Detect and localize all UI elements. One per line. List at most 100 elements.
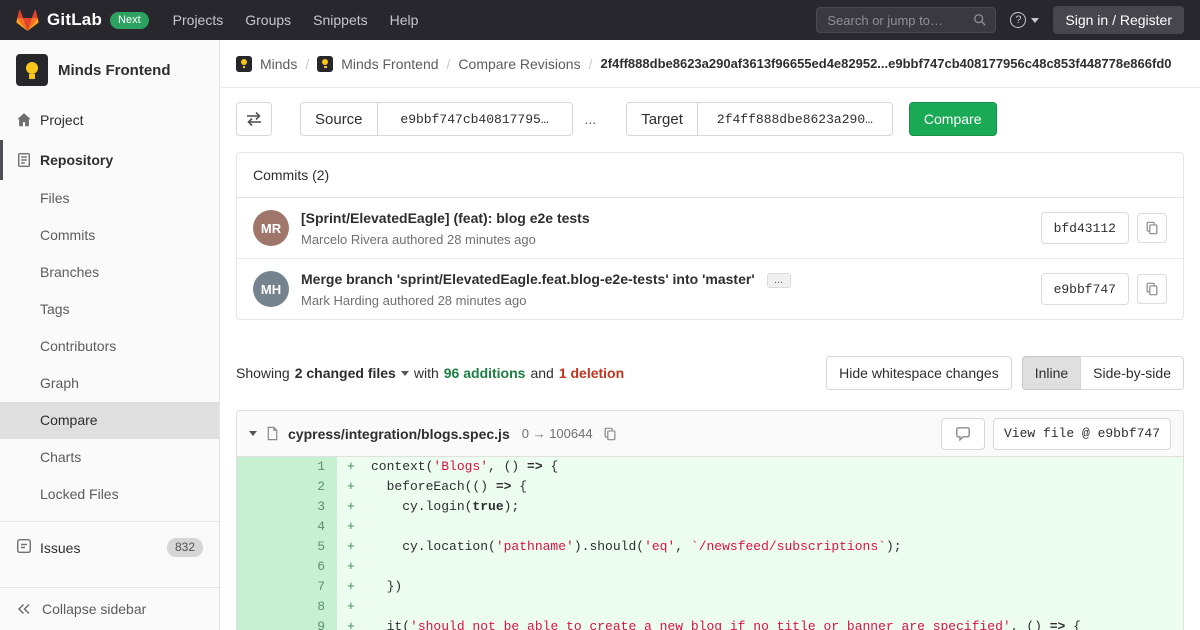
- navbar-link[interactable]: Groups: [245, 12, 291, 28]
- search-input[interactable]: [825, 11, 968, 29]
- navbar-link[interactable]: Help: [390, 12, 419, 28]
- swap-icon: [247, 111, 261, 127]
- tanuki-icon: [16, 9, 39, 31]
- breadcrumb-link-project[interactable]: Minds Frontend: [341, 56, 438, 72]
- added-line-sign: +: [347, 599, 355, 614]
- new-line-number[interactable]: 6: [287, 557, 337, 577]
- diff-summary-bar: Showing 2 changed files with 96 addition…: [236, 356, 1184, 390]
- diff-line: 4 +: [237, 517, 1183, 537]
- diff-line: 7 + }): [237, 577, 1183, 597]
- added-line-sign: +: [347, 519, 355, 534]
- comment-icon: [956, 426, 970, 441]
- target-label: Target: [626, 102, 697, 136]
- commit-sha-button[interactable]: e9bbf747: [1040, 273, 1129, 305]
- gitlab-logo[interactable]: GitLab: [16, 9, 102, 32]
- view-file-button[interactable]: View file @ e9bbf747: [992, 417, 1171, 450]
- sidebar-subitem[interactable]: Charts: [0, 439, 219, 476]
- sidebar-item-label: Repository: [40, 152, 114, 168]
- old-line-number: [237, 617, 287, 630]
- sidebar-item-project[interactable]: Project: [0, 100, 219, 140]
- code-token: it(: [371, 619, 411, 630]
- global-search[interactable]: [816, 7, 997, 33]
- chevron-down-icon: [1031, 17, 1040, 23]
- breadcrumb-separator: [589, 56, 593, 72]
- old-line-number: [237, 517, 287, 537]
- sidebar-subitem[interactable]: Commits: [0, 217, 219, 254]
- sidebar-subitem[interactable]: Compare: [0, 402, 219, 439]
- new-line-number[interactable]: 4: [287, 517, 337, 537]
- navbar-link[interactable]: Snippets: [313, 12, 367, 28]
- code-line: + it('should not be able to create a new…: [337, 617, 1183, 630]
- new-line-number[interactable]: 5: [287, 537, 337, 557]
- code-token: 'eq': [644, 539, 676, 554]
- code-line: +: [337, 517, 1183, 537]
- sidebar-subitem[interactable]: Files: [0, 180, 219, 217]
- sidebar-subitem[interactable]: Locked Files: [0, 476, 219, 513]
- added-line-sign: +: [347, 559, 355, 574]
- source-input[interactable]: [376, 102, 573, 136]
- new-line-number[interactable]: 2: [287, 477, 337, 497]
- code-token: {: [542, 459, 559, 474]
- sidebar-divider: [0, 521, 219, 522]
- code-line: + context('Blogs', () => {: [337, 457, 1183, 477]
- side-by-side-view-button[interactable]: Side-by-side: [1080, 356, 1184, 390]
- sidebar-subitem[interactable]: Graph: [0, 365, 219, 402]
- hide-whitespace-button[interactable]: Hide whitespace changes: [826, 356, 1012, 390]
- copy-commit-sha-button[interactable]: [1137, 213, 1167, 243]
- file-icon: [265, 426, 280, 441]
- new-line-number[interactable]: 7: [287, 577, 337, 597]
- collapse-diff-caret[interactable]: [249, 431, 257, 436]
- new-line-number[interactable]: 8: [287, 597, 337, 617]
- sidebar-subitem[interactable]: Branches: [0, 254, 219, 291]
- copy-commit-sha-button[interactable]: [1137, 274, 1167, 304]
- diff-file-path[interactable]: cypress/integration/blogs.spec.js: [288, 426, 510, 442]
- swap-revisions-button[interactable]: [236, 102, 272, 136]
- toggle-comments-button[interactable]: [940, 417, 985, 450]
- commit-title-link[interactable]: [Sprint/ElevatedEagle] (feat): blog e2e …: [301, 210, 590, 226]
- new-line-number[interactable]: 9: [287, 617, 337, 630]
- commit-message-expander[interactable]: ...: [766, 272, 791, 288]
- new-line-number[interactable]: 1: [287, 457, 337, 477]
- sidebar-item-issues[interactable]: Issues 832: [0, 526, 219, 569]
- home-icon: [16, 112, 32, 128]
- compare-button[interactable]: Compare: [908, 102, 997, 136]
- sidebar-item-label: Project: [40, 112, 84, 128]
- changed-files-dropdown[interactable]: 2 changed files: [295, 365, 409, 381]
- navbar-links: Projects Groups Snippets Help: [173, 12, 419, 28]
- diff-line: 3 + cy.login(true);: [237, 497, 1183, 517]
- commit-sha-button[interactable]: bfd43112: [1040, 212, 1129, 244]
- diff-file-header: cypress/integration/blogs.spec.js 0 → 10…: [237, 411, 1183, 457]
- code-token: context(: [371, 459, 434, 474]
- copy-file-path-button[interactable]: [601, 425, 619, 443]
- target-input[interactable]: [696, 102, 893, 136]
- brand-text: GitLab: [47, 10, 103, 29]
- chevron-down-icon: [400, 370, 409, 376]
- code-token: ).should(: [573, 539, 645, 554]
- project-context[interactable]: Minds Frontend: [0, 40, 219, 96]
- sidebar-subitem[interactable]: Tags: [0, 291, 219, 328]
- commit-title-link[interactable]: Merge branch 'sprint/ElevatedEagle.feat.…: [301, 271, 755, 287]
- commits-header: Commits (2): [237, 153, 1183, 198]
- help-dropdown[interactable]: [1010, 12, 1040, 28]
- sign-in-button[interactable]: Sign in / Register: [1053, 6, 1184, 34]
- copy-icon: [604, 427, 616, 440]
- breadcrumb-link-group[interactable]: Minds: [260, 56, 297, 72]
- project-avatar: [16, 54, 48, 86]
- deletions-count: 1 deletion: [558, 365, 625, 381]
- main-content: Minds Minds Frontend Compare Revisions 2…: [220, 40, 1200, 630]
- breadcrumb-link-compare[interactable]: Compare Revisions: [458, 56, 580, 72]
- navbar-link[interactable]: Projects: [173, 12, 224, 28]
- inline-view-button[interactable]: Inline: [1021, 356, 1082, 390]
- sidebar-nav: Project Repository Files Commits Branches T…: [0, 100, 219, 569]
- code-token: );: [885, 539, 902, 554]
- copy-icon: [1146, 282, 1158, 296]
- commits-panel: Commits (2) MR [Sprint/ElevatedEagle] (f…: [236, 152, 1184, 320]
- sidebar-item-repository[interactable]: Repository: [0, 140, 219, 180]
- old-line-number: [237, 477, 287, 497]
- code-token: ,: [675, 539, 691, 554]
- collapse-sidebar-button[interactable]: Collapse sidebar: [0, 587, 219, 630]
- new-line-number[interactable]: 3: [287, 497, 337, 517]
- issues-count-badge: 832: [166, 538, 203, 557]
- sidebar-subitem[interactable]: Contributors: [0, 328, 219, 365]
- source-label: Source: [300, 102, 377, 136]
